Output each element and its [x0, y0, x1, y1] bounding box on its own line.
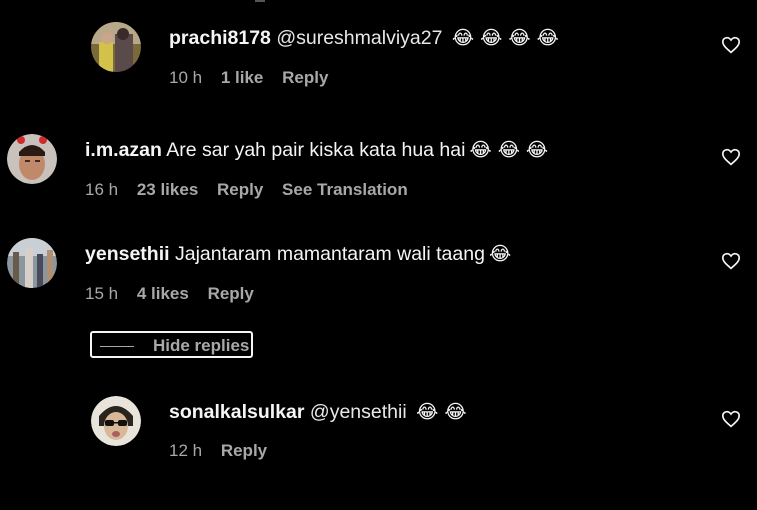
- see-translation-button[interactable]: See Translation: [282, 180, 408, 200]
- emoji-group: 😂 😂: [416, 401, 467, 423]
- comment-meta: 10 h 1 like Reply: [169, 68, 342, 88]
- hide-replies-button[interactable]: Hide replies: [90, 331, 253, 358]
- timestamp[interactable]: 16 h: [85, 180, 118, 200]
- comment-meta: 12 h Reply: [169, 441, 281, 461]
- like-heart-icon[interactable]: [721, 36, 741, 54]
- likes-count[interactable]: 4 likes: [137, 284, 189, 304]
- avatar[interactable]: [7, 134, 57, 184]
- timestamp[interactable]: 10 h: [169, 68, 202, 88]
- timestamp[interactable]: 12 h: [169, 441, 202, 461]
- comment-line: yensethii Jajantaram mamantaram wali taa…: [85, 242, 511, 266]
- avatar[interactable]: [91, 396, 141, 446]
- likes-count[interactable]: 23 likes: [137, 180, 198, 200]
- comment-line: i.m.azan Are sar yah pair kiska kata hua…: [85, 138, 548, 162]
- timestamp[interactable]: 15 h: [85, 284, 118, 304]
- username[interactable]: sonalkalsulkar: [169, 401, 305, 423]
- hide-replies-label: Hide replies: [153, 336, 250, 355]
- username[interactable]: i.m.azan: [85, 139, 162, 161]
- mention-link[interactable]: @yensethii: [310, 401, 407, 423]
- reply-button[interactable]: Reply: [282, 68, 328, 88]
- reply-button[interactable]: Reply: [217, 180, 263, 200]
- mention-link[interactable]: @sureshmalviya27: [276, 27, 442, 49]
- likes-count[interactable]: 1 like: [221, 68, 264, 88]
- scroll-remnant: [255, 0, 265, 2]
- like-heart-icon[interactable]: [721, 148, 741, 166]
- emoji-group: 😂: [488, 243, 512, 265]
- comment-meta: 15 h 4 likes Reply: [85, 284, 268, 304]
- avatar[interactable]: [91, 22, 141, 72]
- avatar[interactable]: [7, 238, 57, 288]
- like-heart-icon[interactable]: [721, 252, 741, 270]
- comment-line: prachi8178 @sureshmalviya27 😂 😂 😂 😂: [169, 26, 559, 50]
- username[interactable]: prachi8178: [169, 27, 271, 49]
- reply-button[interactable]: Reply: [221, 441, 267, 461]
- comment-meta: 16 h 23 likes Reply See Translation: [85, 180, 422, 200]
- comment-line: sonalkalsulkar @yensethii 😂 😂: [169, 400, 467, 424]
- emoji-group: 😂 😂 😂 😂: [451, 27, 559, 49]
- username[interactable]: yensethii: [85, 243, 170, 265]
- emoji-group: 😂 😂 😂: [469, 139, 549, 161]
- comment-text: Jajantaram mamantaram wali taang: [174, 243, 485, 265]
- like-heart-icon[interactable]: [721, 410, 741, 428]
- replies-divider-line: [100, 346, 134, 347]
- comment-text: Are sar yah pair kiska kata hua hai: [166, 139, 466, 161]
- reply-button[interactable]: Reply: [208, 284, 254, 304]
